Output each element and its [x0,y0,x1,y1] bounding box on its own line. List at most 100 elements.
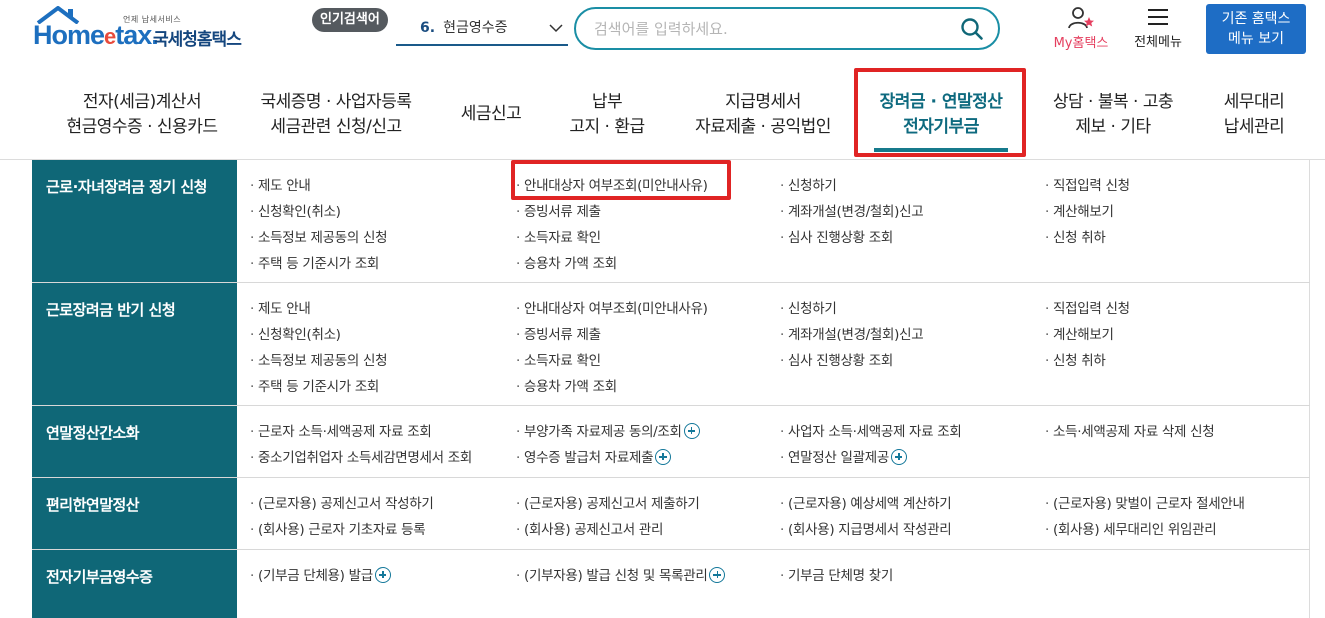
menu-link[interactable]: 안내대상자 여부조회(미안내사유) [516,174,708,194]
plus-circle-icon[interactable] [655,449,672,465]
menu-link[interactable]: 승용차 가액 조회 [516,375,617,395]
menu-link[interactable]: 계산해보기 [1045,323,1114,343]
menu-link[interactable]: 심사 진행상황 조회 [780,226,893,246]
nav-tab-label: 지급명세서 [725,92,801,112]
menu-link[interactable]: 소득자료 확인 [516,349,601,369]
legacy-menu-line2: 메뉴 보기 [1228,31,1284,47]
main-navigation: 전자(세금)계산서 현금영수증 · 신용카드 국세증명 · 사업자등록 세금관련… [0,62,1325,160]
menu-link[interactable]: 제도 안내 [250,174,311,194]
menu-link[interactable]: 계좌개설(변경/철회)신고 [780,323,924,343]
popular-rank: 6. [420,20,436,36]
search-input[interactable] [594,17,944,41]
all-menu-button[interactable]: 전체메뉴 [1126,8,1190,52]
menu-link[interactable]: 근로자 소득·세액공제 자료 조회 [250,420,432,440]
menu-link[interactable]: 신청확인(취소) [250,323,341,343]
nav-tab-incentives-year-end[interactable]: 장려금 · 연말정산 전자기부금 [873,90,1009,152]
menu-link[interactable]: 주택 등 기준시가 조회 [250,252,379,272]
nav-tab-certificates[interactable]: 국세증명 · 사업자등록 세금관련 신청/신고 [254,90,418,140]
menu-link[interactable]: 계산해보기 [1045,200,1114,220]
nav-tab-label: 납세관리 [1223,117,1285,137]
menu-link[interactable]: 신청 취하 [1045,349,1106,369]
menu-link-label: (기부자용) 발급 신청 및 목록관리 [524,568,708,584]
menu-link[interactable]: 소득자료 확인 [516,226,601,246]
menu-link[interactable]: 소득·세액공제 자료 삭제 신청 [1045,420,1215,440]
popular-search-dropdown[interactable]: 6. 현금영수증 [396,12,568,46]
nav-tab-tax-agent[interactable]: 세무대리 납세관리 [1216,90,1292,140]
menu-link[interactable]: 제도 안내 [250,297,311,317]
menu-link[interactable]: 신청확인(취소) [250,200,341,220]
nav-tab-payment-statements[interactable]: 지급명세서 자료제출 · 공익법인 [690,90,836,140]
nav-tab-label: 전자기부금 [903,117,979,137]
section-title: 연말정산간소화 [46,424,140,442]
nav-tab-tax-filing[interactable]: 세금신고 [452,102,530,127]
nav-tab-e-invoice[interactable]: 전자(세금)계산서 현금영수증 · 신용카드 [54,90,230,140]
plus-circle-icon[interactable] [683,423,700,439]
menu-link[interactable]: 사업자 소득·세액공제 자료 조회 [780,420,962,440]
my-hometax-label: My홈택스 [1053,36,1109,51]
all-menu-label: 전체메뉴 [1134,35,1182,50]
search-box [574,7,1000,50]
menu-section-simplified-year-end: 연말정산간소화 근로자 소득·세액공제 자료 조회 부양가족 자료제공 동의/조… [32,406,1310,478]
menu-link[interactable]: 신청하기 [780,174,837,194]
nav-tab-consulting[interactable]: 상담 · 불복 · 고충 제보 · 기타 [1046,90,1180,140]
menu-link[interactable]: 신청 취하 [1045,226,1106,246]
plus-circle-icon[interactable] [890,449,907,465]
menu-link[interactable]: (근로자용) 맞벌이 근로자 절세안내 [1045,492,1245,512]
menu-link[interactable]: (기부금 단체용) 발급 [250,564,391,584]
menu-link[interactable]: (회사용) 공제신고서 관리 [516,518,663,538]
section-title: 전자기부금영수증 [46,568,153,586]
menu-link[interactable]: (기부자용) 발급 신청 및 목록관리 [516,564,726,584]
menu-link[interactable]: 영수증 발급처 자료제출 [516,446,672,466]
nav-tab-label: 제보 · 기타 [1075,117,1151,137]
menu-link[interactable]: (회사용) 근로자 기초자료 등록 [250,518,426,538]
plus-circle-icon[interactable] [374,567,391,583]
nav-tab-label: 자료제출 · 공익법인 [695,117,831,137]
menu-link[interactable]: (회사용) 지급명세서 작성관리 [780,518,952,538]
menu-link[interactable]: 부양가족 자료제공 동의/조회 [516,420,700,440]
legacy-menu-line1: 기존 홈택스 [1221,11,1291,27]
menu-link[interactable]: 소득정보 제공동의 신청 [250,226,387,246]
popular-search-badge: 인기검색어 [312,8,388,32]
menu-link[interactable]: (회사용) 세무대리인 위임관리 [1045,518,1217,538]
nav-tab-label: 국세증명 · 사업자등록 [260,92,412,112]
menu-link-label: (기부금 단체용) 발급 [258,568,373,584]
menu-link[interactable]: 소득정보 제공동의 신청 [250,349,387,369]
menu-link[interactable]: (근로자용) 공제신고서 작성하기 [250,492,434,512]
logo-korean-name: 국세청홈택스 [153,30,242,50]
menu-link[interactable]: 안내대상자 여부조회(미안내사유) [516,297,708,317]
menu-link[interactable]: 연말정산 일괄제공 [780,446,907,466]
menu-link[interactable]: 직접입력 신청 [1045,297,1130,317]
nav-tab-label: 상담 · 불복 · 고충 [1052,92,1174,112]
my-hometax-button[interactable]: My홈택스 [1046,6,1116,52]
search-icon[interactable] [960,17,984,41]
nav-tab-label: 고지 · 환급 [569,117,645,137]
menu-section-donation-receipt: 전자기부금영수증 (기부금 단체용) 발급 (기부자용) 발급 신청 및 목록관… [32,550,1310,618]
nav-tab-label: 현금영수증 · 신용카드 [66,117,218,137]
menu-link[interactable]: 계좌개설(변경/철회)신고 [780,200,924,220]
mega-menu: 근로·자녀장려금 정기 신청 제도 안내 안내대상자 여부조회(미안내사유) 신… [32,160,1310,618]
menu-link[interactable]: 증빙서류 제출 [516,323,601,343]
plus-circle-icon[interactable] [709,567,726,583]
menu-link[interactable]: 심사 진행상황 조회 [780,349,893,369]
nav-tab-payment[interactable]: 납부 고지 · 환급 [560,90,654,140]
menu-link[interactable]: 증빙서류 제출 [516,200,601,220]
menu-link[interactable]: (근로자용) 공제신고서 제출하기 [516,492,700,512]
header: 언제 납세서비스 Homeetax. 국세청홈택스 인기검색어 6. 현금영수증 … [0,0,1325,62]
menu-link[interactable]: 기부금 단체명 찾기 [780,564,893,584]
nav-tab-label: 세금관련 신청/신고 [270,117,402,137]
menu-link[interactable]: 승용차 가액 조회 [516,252,617,272]
chevron-down-icon [548,12,564,56]
hamburger-icon [1148,9,1168,25]
menu-link[interactable]: 중소기업취업자 소득세감면명세서 조회 [250,446,472,466]
nav-tab-label: 전자(세금)계산서 [82,92,202,112]
menu-link[interactable]: 주택 등 기준시가 조회 [250,375,379,395]
menu-section-half-year-incentive: 근로장려금 반기 신청 제도 안내 안내대상자 여부조회(미안내사유) 신청하기… [32,283,1310,406]
legacy-menu-button[interactable]: 기존 홈택스 메뉴 보기 [1206,4,1306,54]
hometax-logo[interactable]: 언제 납세서비스 Homeetax. 국세청홈택스 [33,6,248,52]
menu-link[interactable]: 직접입력 신청 [1045,174,1130,194]
person-star-icon [1068,7,1094,29]
menu-link[interactable]: 신청하기 [780,297,837,317]
menu-link[interactable]: (근로자용) 예상세액 계산하기 [780,492,952,512]
section-title: 편리한연말정산 [46,496,140,514]
menu-link-label: 부양가족 자료제공 동의/조회 [524,424,682,440]
